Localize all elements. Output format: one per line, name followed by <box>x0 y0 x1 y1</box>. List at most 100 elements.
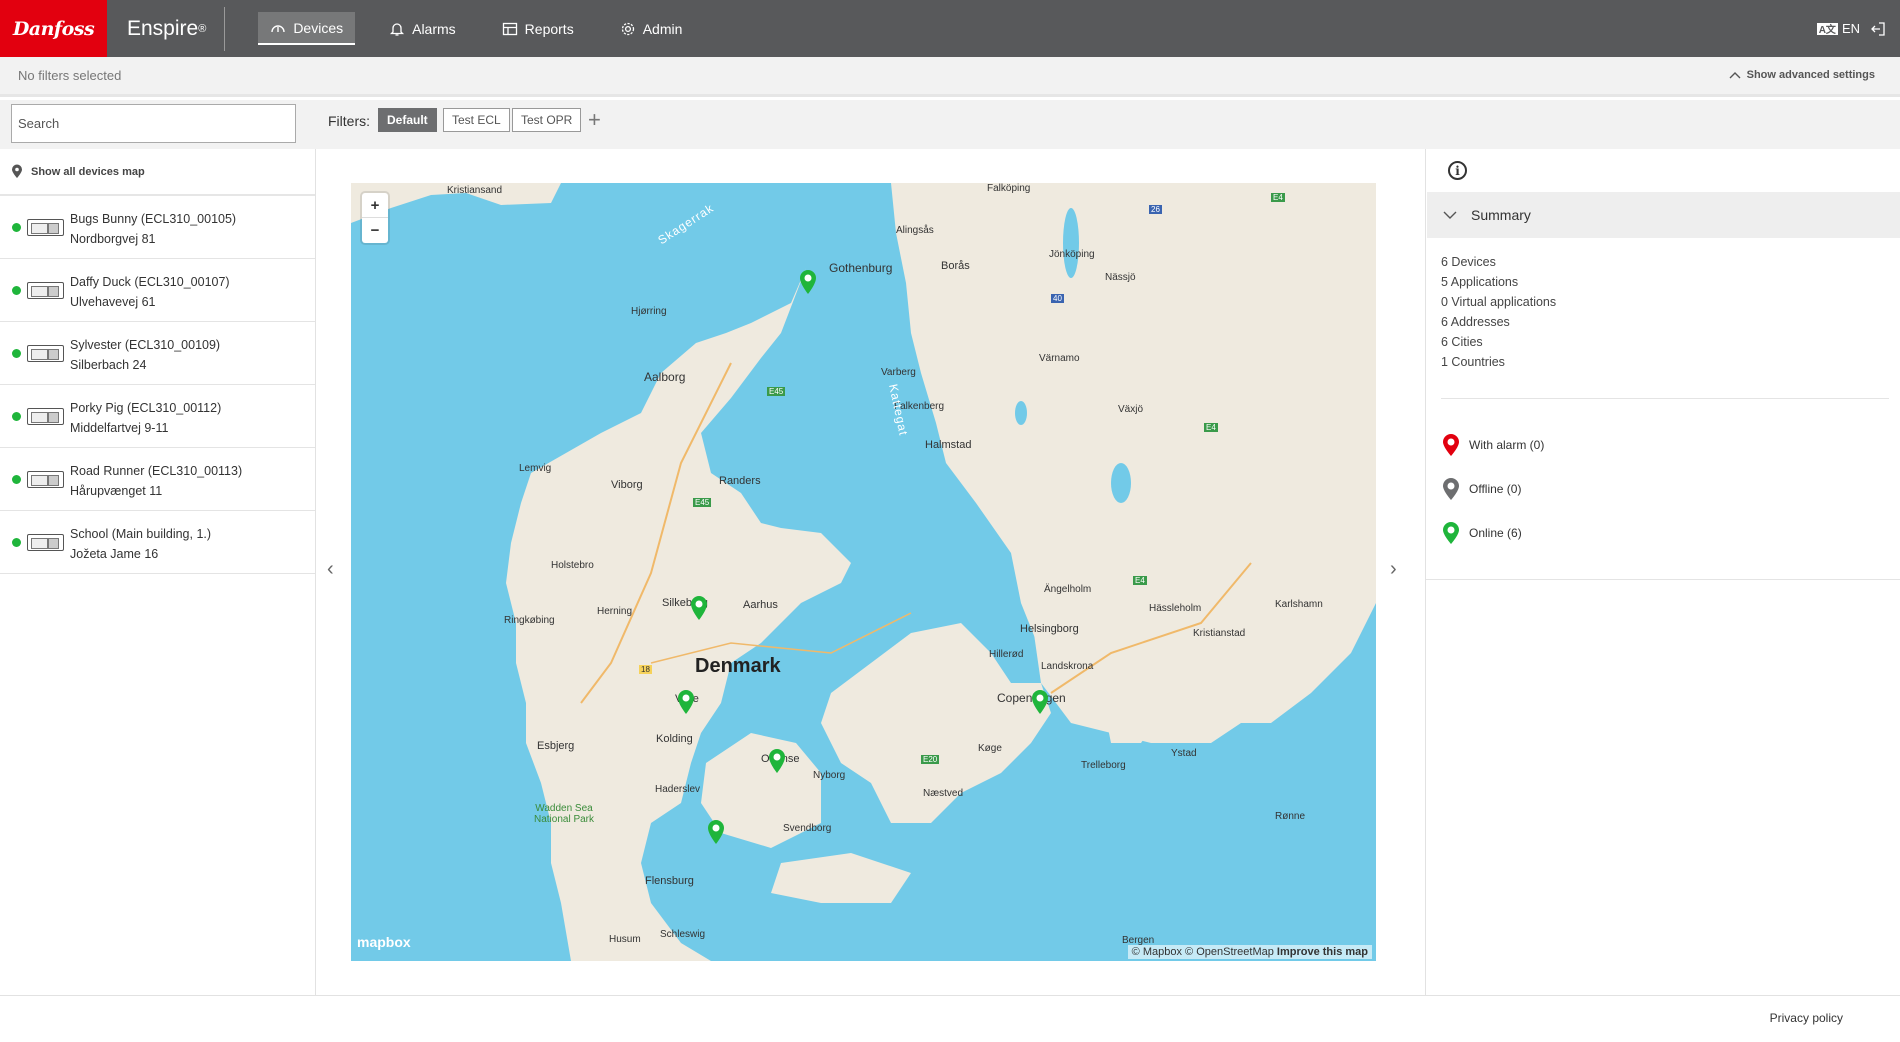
map-place-label: Trelleborg <box>1081 760 1126 771</box>
legend-online-label: Online (6) <box>1469 526 1522 540</box>
advanced-settings-toggle[interactable]: Show advanced settings <box>1729 69 1875 81</box>
filter-chip-test-opr[interactable]: Test OPR <box>512 108 582 132</box>
mapbox-copyright-link[interactable]: © Mapbox <box>1132 946 1182 958</box>
map-place-label: Ringkøbing <box>504 615 555 626</box>
map-place-label: Flensburg <box>645 875 694 887</box>
device-list-item[interactable]: School (Main building, 1.) Jožeta Jame 16 <box>0 511 315 574</box>
map-place-label: Viborg <box>611 479 643 491</box>
zoom-out-button[interactable]: − <box>362 218 388 243</box>
danfoss-logo[interactable]: Danfoss <box>0 0 107 57</box>
app-name-text: Enspire <box>127 16 199 40</box>
show-all-devices-map[interactable]: Show all devices map <box>0 149 315 196</box>
summary-title: Summary <box>1471 207 1531 223</box>
device-address: Nordborgvej 81 <box>70 232 156 246</box>
nav-reports-label: Reports <box>524 20 574 37</box>
map-place-label: Kristiansand <box>447 185 503 196</box>
search-input[interactable] <box>11 104 296 143</box>
device-marker[interactable] <box>798 269 818 295</box>
device-list-item[interactable]: Sylvester (ECL310_00109) Silberbach 24 <box>0 322 315 385</box>
summary-header[interactable]: Summary <box>1427 192 1900 238</box>
summary-divider <box>1441 398 1889 399</box>
map-place-label: Borås <box>941 260 970 272</box>
map-place-label: Esbjerg <box>537 740 575 752</box>
summary-panel: i Summary 6 Devices 5 Applications 0 Vir… <box>1425 149 1900 995</box>
registered-mark: ® <box>198 22 207 35</box>
zoom-in-button[interactable]: + <box>362 193 388 218</box>
map-place-label: Kristianstad <box>1193 628 1246 639</box>
road-shield: E4 <box>1204 423 1218 432</box>
search-filter-toolbar: Filters: Default Test ECL Test OPR + <box>0 100 1900 149</box>
nav-devices[interactable]: Devices <box>258 12 356 45</box>
main-nav: Devices Alarms Reports Admin <box>258 12 712 45</box>
device-marker[interactable] <box>689 595 709 621</box>
mapbox-logo-text: mapbox <box>357 934 411 950</box>
legend-with-alarm-label: With alarm (0) <box>1469 438 1545 452</box>
map-place-label: Aarhus <box>743 599 778 611</box>
devices-map[interactable]: Kristiansand Falköping Alingsås Jönköpin… <box>351 183 1376 961</box>
legend-with-alarm: With alarm (0) <box>1441 433 1544 457</box>
mapbox-logo[interactable]: mapbox <box>357 934 411 950</box>
improve-map-link[interactable]: Improve this map <box>1277 946 1368 958</box>
top-right-tools: A文 EN <box>1816 0 1886 57</box>
device-list-item[interactable]: Bugs Bunny (ECL310_00105) Nordborgvej 81 <box>0 196 315 259</box>
device-list-item[interactable]: Porky Pig (ECL310_00112) Middelfartvej 9-… <box>0 385 315 448</box>
map-place-label: Køge <box>978 743 1002 754</box>
device-marker[interactable] <box>676 689 696 715</box>
stat-addresses: 6 Addresses <box>1441 315 1510 329</box>
add-filter-button[interactable]: + <box>588 107 601 133</box>
map-place-label: Randers <box>719 475 761 487</box>
map-place-label: Karlshamn <box>1275 599 1323 610</box>
advanced-settings-label: Show advanced settings <box>1746 69 1875 81</box>
device-marker[interactable] <box>1030 689 1050 715</box>
device-list-item[interactable]: Road Runner (ECL310_00113) Hårupvænget 11 <box>0 448 315 511</box>
filter-status-bar: No filters selected Show advanced settin… <box>0 57 1900 97</box>
stat-devices: 6 Devices <box>1441 255 1496 269</box>
language-selector[interactable]: A文 EN <box>1816 21 1860 36</box>
online-status-dot <box>12 412 21 421</box>
device-marker[interactable] <box>767 748 787 774</box>
online-status-dot <box>12 286 21 295</box>
table-icon <box>502 22 517 35</box>
nav-devices-label: Devices <box>293 19 344 36</box>
osm-copyright-link[interactable]: © OpenStreetMap <box>1185 946 1274 958</box>
map-place-label: Schleswig <box>660 929 706 940</box>
nav-reports[interactable]: Reports <box>490 12 586 45</box>
map-place-label: Ängelholm <box>1044 584 1092 595</box>
device-list-item[interactable]: Daffy Duck (ECL310_00107) Ulvehavevej 61 <box>0 259 315 322</box>
privacy-policy-link[interactable]: Privacy policy <box>1770 1011 1843 1025</box>
device-address: Ulvehavevej 61 <box>70 295 156 309</box>
collapse-right-panel-arrow[interactable]: › <box>1390 558 1397 581</box>
map-place-label: Värnamo <box>1039 353 1080 364</box>
device-address: Silberbach 24 <box>70 358 147 372</box>
nav-alarms[interactable]: Alarms <box>377 12 468 45</box>
logout-icon[interactable] <box>1870 21 1886 37</box>
gear-icon <box>621 22 634 35</box>
filters-label: Filters: <box>328 113 370 129</box>
road-shield: E20 <box>921 755 940 764</box>
map-canvas[interactable] <box>351 183 1376 961</box>
online-status-dot <box>12 538 21 547</box>
filter-chip-test-ecl[interactable]: Test ECL <box>443 108 510 132</box>
map-place-label: Varberg <box>881 367 916 378</box>
device-marker[interactable] <box>706 819 726 845</box>
map-pin-icon <box>12 164 22 178</box>
filter-chip-default[interactable]: Default <box>378 108 437 132</box>
nav-admin[interactable]: Admin <box>608 12 695 45</box>
map-place-label: Aalborg <box>644 370 686 384</box>
gauge-icon <box>271 24 286 32</box>
map-place-label: Nyborg <box>813 770 846 781</box>
map-place-label: Hjørring <box>631 306 667 317</box>
alarm-marker-icon <box>1443 434 1459 456</box>
map-place-label: Næstved <box>923 788 964 799</box>
collapse-left-panel-arrow[interactable]: ‹ <box>327 558 334 581</box>
logo-text: Danfoss <box>12 17 95 40</box>
info-icon[interactable]: i <box>1448 161 1467 180</box>
device-name: Road Runner (ECL310_00113) <box>70 464 243 478</box>
map-place-label: Svendborg <box>783 823 832 834</box>
map-zoom-controls: + − <box>362 193 388 243</box>
map-place-label: Hässleholm <box>1149 603 1202 614</box>
device-name: Bugs Bunny (ECL310_00105) <box>70 212 237 226</box>
road-shield: E45 <box>767 387 786 396</box>
map-place-label: Alingsås <box>896 225 934 236</box>
road-shield: 40 <box>1051 294 1064 303</box>
